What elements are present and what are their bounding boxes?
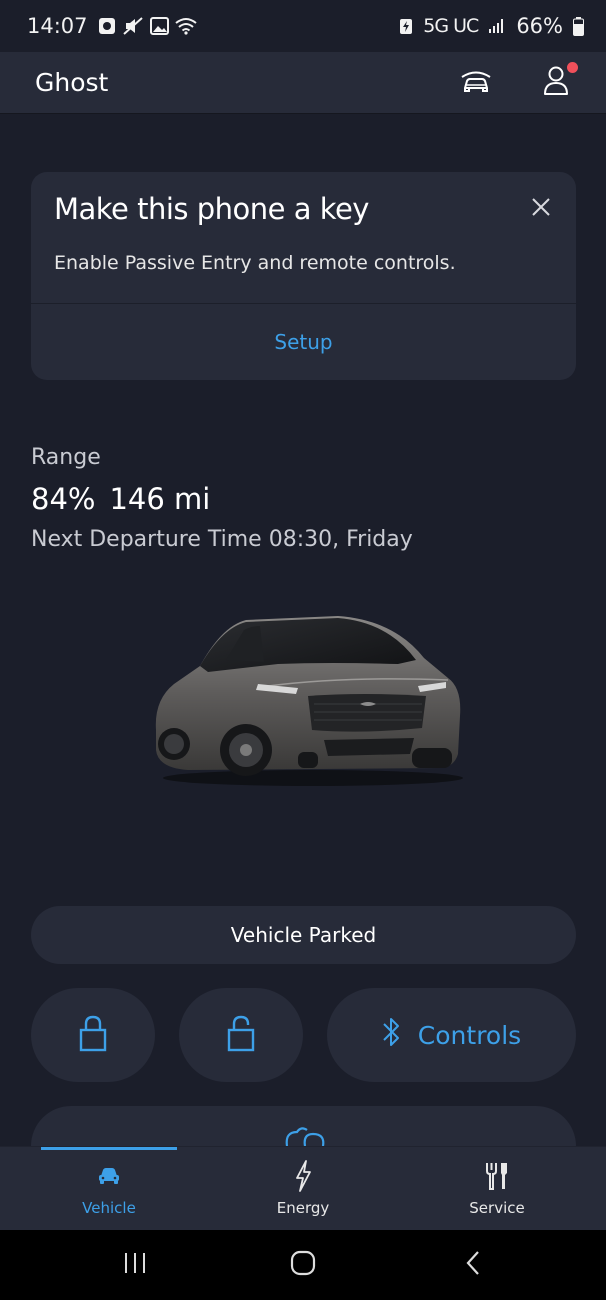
lock-icon	[79, 1014, 107, 1056]
battery-saver-icon	[399, 17, 413, 35]
controls-button[interactable]: Controls	[327, 988, 576, 1082]
profile-button[interactable]	[536, 61, 578, 103]
bluetooth-icon	[382, 1015, 400, 1055]
close-button[interactable]	[530, 196, 552, 218]
tab-service[interactable]: Service	[396, 1147, 598, 1231]
recent-apps-icon	[123, 1252, 147, 1278]
bolt-icon	[294, 1159, 312, 1193]
range-label: Range	[31, 445, 101, 470]
tab-service-label: Service	[469, 1199, 525, 1217]
controls-label: Controls	[417, 1020, 522, 1050]
lock-button[interactable]	[31, 988, 155, 1082]
next-departure-time: Next Departure Time 08:30, Friday	[31, 527, 413, 552]
network-label: 5G UC	[423, 15, 479, 37]
mute-icon	[122, 16, 144, 36]
vehicle-image	[148, 612, 468, 790]
close-icon	[530, 198, 552, 222]
system-navigation-bar	[0, 1230, 606, 1300]
tab-vehicle-label: Vehicle	[82, 1199, 136, 1217]
tab-vehicle[interactable]: Vehicle	[8, 1147, 210, 1231]
wifi-icon	[174, 17, 197, 35]
back-button[interactable]	[433, 1230, 513, 1300]
app-header: Ghost	[0, 52, 606, 114]
setup-button[interactable]: Setup	[31, 303, 576, 380]
key-card-title: Make this phone a key	[54, 192, 369, 226]
status-time: 14:07	[27, 14, 88, 38]
vehicle-status-pill: Vehicle Parked	[31, 906, 576, 964]
status-bar: 14:07 5G UC 66%	[0, 0, 606, 52]
tools-icon	[485, 1159, 509, 1193]
range-miles: 146 mi	[109, 482, 211, 516]
home-button[interactable]	[263, 1230, 343, 1300]
battery-charge-percent: 84%	[31, 482, 96, 516]
vehicle-name-title[interactable]: Ghost	[35, 68, 108, 97]
back-icon	[465, 1250, 481, 1280]
tab-energy-label: Energy	[276, 1199, 330, 1217]
recent-apps-button[interactable]	[95, 1230, 175, 1300]
notification-dot	[567, 61, 578, 73]
garage-button[interactable]	[456, 63, 496, 103]
home-icon	[290, 1250, 316, 1280]
car-icon	[98, 1159, 120, 1193]
garage-icon	[460, 68, 492, 98]
bottom-tab-bar: Vehicle Energy Service	[0, 1146, 606, 1231]
unlock-icon	[227, 1014, 255, 1056]
battery-percent: 66%	[516, 14, 563, 38]
signal-icon	[488, 18, 506, 34]
battery-icon	[573, 16, 584, 36]
key-card-description: Enable Passive Entry and remote controls…	[54, 252, 456, 274]
phone-as-key-card: Make this phone a key Enable Passive Ent…	[31, 172, 576, 380]
gallery-icon	[149, 17, 169, 35]
unlock-button[interactable]	[179, 988, 303, 1082]
profile-icon	[543, 66, 569, 100]
app-notification-icon	[98, 17, 116, 35]
tab-energy[interactable]: Energy	[202, 1147, 404, 1231]
range-values: 84% 146 mi	[31, 482, 210, 516]
